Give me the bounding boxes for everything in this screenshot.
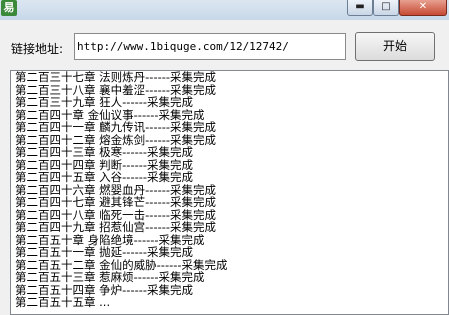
url-input[interactable]: http://www.1biquge.com/12/12742/ (74, 33, 346, 60)
log-line: 第二百四十九章 招惹仙宫------采集完成 (15, 220, 217, 234)
app-icon: 易 (1, 0, 17, 16)
log-line: 第二百五十三章 惹麻烦------采集完成 (15, 270, 205, 284)
log-line: 第二百三十七章 法则炼丹------采集完成 (15, 70, 217, 84)
log-list: 第二百三十七章 法则炼丹------采集完成 第二百三十八章 襄中羞涩------… (11, 71, 448, 309)
log-output[interactable]: 第二百三十七章 法则炼丹------采集完成 第二百三十八章 襄中羞涩------… (10, 70, 449, 315)
log-line: 第二百五十五章 ... (15, 295, 111, 309)
maximize-icon: □ (381, 1, 391, 12)
log-line: 第二百三十九章 狂人------采集完成 (15, 95, 194, 109)
log-line: 第二百四十一章 麟九传讯------采集完成 (15, 120, 217, 134)
url-label: 链接地址: (11, 42, 64, 56)
minimize-icon: ▬ (355, 1, 365, 12)
start-button[interactable]: 开始 (355, 32, 435, 61)
log-line: 第二百五十一章 抛延------采集完成 (15, 245, 194, 259)
close-icon: ✕ (418, 1, 428, 12)
log-line: 第二百四十七章 避其锋芒------采集完成 (15, 195, 217, 209)
maximize-button[interactable]: □ (373, 0, 399, 16)
minimize-button[interactable]: ▬ (347, 0, 373, 16)
log-line: 第二百四十五章 入谷------采集完成 (15, 170, 194, 184)
close-button[interactable]: ✕ (399, 0, 447, 16)
title-bar: 易 ▬ □ ✕ (0, 0, 449, 20)
log-line: 第二百四十三章 极寒------采集完成 (15, 145, 194, 159)
